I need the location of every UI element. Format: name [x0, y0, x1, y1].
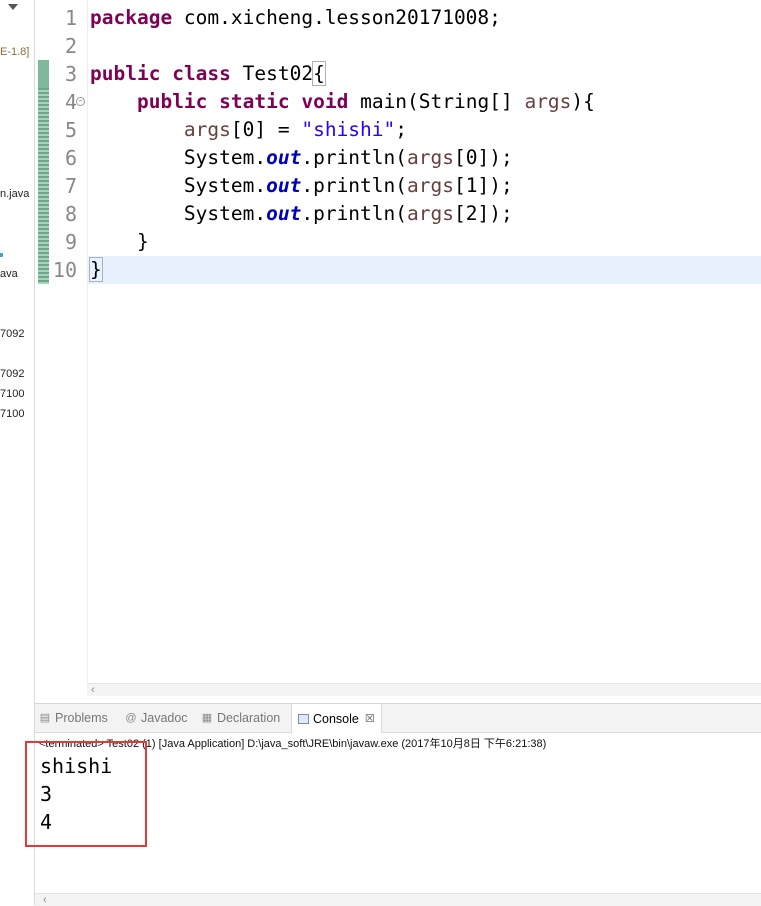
code-line[interactable]: } [88, 228, 761, 256]
code-token: System. [90, 202, 267, 225]
code-token: "shishi" [301, 118, 396, 141]
line-number: 4− [49, 88, 87, 116]
tab-label: Declaration [217, 711, 281, 725]
code-token: } [90, 230, 149, 253]
code-line[interactable] [88, 32, 761, 60]
line-number: 5 [64, 118, 77, 142]
tab-problems[interactable]: ▤ Problems [39, 704, 108, 732]
code-token: .println( [301, 146, 408, 169]
code-token: args [183, 118, 231, 141]
close-tab-icon[interactable]: ☒ [365, 705, 375, 733]
line-number-ruler: 1 2 3 4−5 6 7 8 9 10 [49, 4, 87, 284]
line-number: 8 [64, 202, 77, 226]
explorer-fragment[interactable]: E-1.8] [0, 46, 29, 58]
console-horizontal-scrollbar[interactable]: ‹ [35, 893, 761, 906]
code-token: out [266, 146, 302, 169]
tab-declaration[interactable]: ▦ Declaration [201, 704, 280, 732]
editor-horizontal-scrollbar[interactable]: ‹ [87, 683, 761, 696]
code-token: ; [395, 118, 408, 141]
annotation-highlight-box [25, 741, 147, 847]
fold-collapse-icon[interactable]: − [76, 97, 85, 106]
code-token: public [136, 90, 208, 113]
code-token: ){ [571, 90, 595, 113]
problems-icon: ▤ [39, 711, 51, 724]
code-token: [2]); [453, 202, 513, 225]
code-token: Test02 [230, 62, 314, 85]
explorer-fragment[interactable]: 7092 [0, 368, 24, 380]
code-token: .println( [301, 174, 408, 197]
code-line[interactable]: package com.xicheng.lesson20171008; [88, 4, 761, 32]
view-menu-chevron-icon[interactable] [8, 4, 18, 10]
code-token: System. [90, 146, 267, 169]
line-number: 7 [64, 174, 77, 198]
code-token: [0]); [453, 146, 513, 169]
code-line[interactable]: public class Test02{ [88, 60, 761, 88]
scroll-left-icon[interactable]: ‹ [43, 894, 47, 906]
tab-label: Javadoc [141, 711, 188, 725]
explorer-fragment[interactable]: 7092 [0, 328, 24, 340]
code-token: args [407, 174, 454, 197]
quickdiff-marker [38, 60, 49, 88]
code-line[interactable]: } [88, 256, 761, 284]
code-token: main(String[] [348, 90, 525, 113]
explorer-fragment[interactable]: ava [0, 268, 18, 280]
code-token: args [407, 146, 454, 169]
code-area[interactable]: package com.xicheng.lesson20171008; publ… [87, 0, 761, 684]
code-token: package [90, 6, 173, 29]
line-number: 2 [64, 34, 77, 58]
code-line[interactable]: System.out.println(args[0]); [88, 144, 761, 172]
tab-label: Problems [55, 711, 108, 725]
quickdiff-marker [38, 88, 49, 284]
code-token: static [219, 90, 290, 113]
tab-label: Console [313, 711, 359, 726]
code-token: .println( [301, 202, 408, 225]
code-line[interactable]: args[0] = "shishi"; [88, 116, 761, 144]
javadoc-icon: @ [125, 711, 137, 724]
code-token: out [266, 202, 302, 225]
code-token: [0] = [230, 118, 302, 141]
file-marker-icon [0, 253, 3, 257]
line-number: 10 [52, 258, 77, 282]
code-token: out [266, 174, 302, 197]
line-number: 1 [64, 6, 77, 30]
code-token: System. [90, 174, 267, 197]
code-line[interactable]: System.out.println(args[2]); [88, 200, 761, 228]
code-token: class [172, 62, 231, 85]
declaration-icon: ▦ [201, 711, 213, 724]
line-number: 6 [64, 146, 77, 170]
line-number: 3 [64, 62, 77, 86]
code-token: args [407, 202, 454, 225]
explorer-fragment[interactable]: 7100 [0, 388, 24, 400]
code-token: { [312, 61, 326, 86]
console-icon [298, 713, 309, 724]
code-token: void [301, 90, 349, 113]
code-line[interactable]: System.out.println(args[1]); [88, 172, 761, 200]
panel-tab-bar: ▤ Problems @ Javadoc ▦ Declaration Conso… [35, 704, 761, 733]
tab-javadoc[interactable]: @ Javadoc [125, 704, 188, 732]
code-token: args [524, 90, 572, 113]
line-number: 9 [64, 230, 77, 254]
explorer-fragment[interactable]: 7100 [0, 408, 24, 420]
tab-console[interactable]: Console ☒ [291, 704, 382, 733]
code-token: public [90, 62, 161, 85]
code-token: } [89, 257, 103, 282]
explorer-fragment[interactable]: n.java [0, 188, 29, 200]
code-line[interactable]: public static void main(String[] args){ [88, 88, 761, 116]
code-token: com.xicheng.lesson20171008; [172, 6, 501, 29]
code-token: [1]); [453, 174, 513, 197]
scroll-left-icon[interactable]: ‹ [91, 684, 95, 696]
source-text[interactable]: package com.xicheng.lesson20171008; publ… [88, 4, 761, 284]
code-editor[interactable]: 1 2 3 4−5 6 7 8 9 10 package com.xicheng.lesson2… [35, 0, 761, 696]
